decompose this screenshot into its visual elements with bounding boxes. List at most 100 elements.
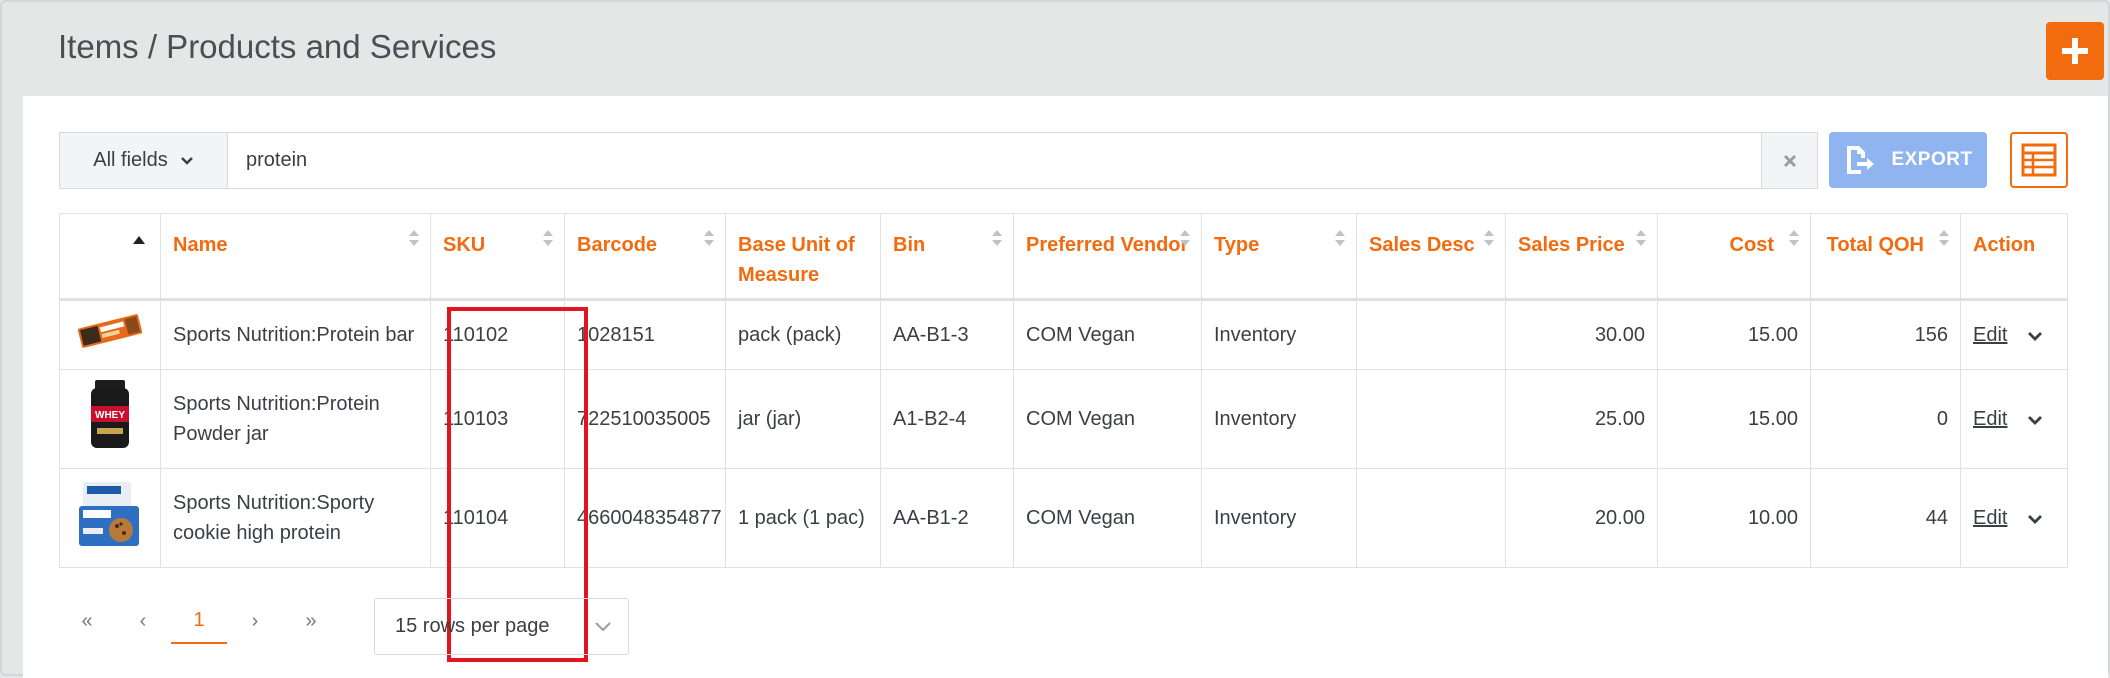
table-columns-icon bbox=[2021, 143, 2057, 177]
sort-icon bbox=[1789, 230, 1799, 246]
rows-per-page-label: 15 rows per page bbox=[395, 615, 550, 637]
sort-icon bbox=[1335, 230, 1345, 246]
field-filter-dropdown[interactable]: All fields bbox=[60, 133, 228, 188]
edit-link[interactable]: Edit bbox=[1973, 408, 2007, 430]
item-cost: 15.00 bbox=[1657, 369, 1811, 469]
chevron-down-icon[interactable] bbox=[2027, 415, 2043, 425]
item-sales-price: 25.00 bbox=[1505, 369, 1658, 469]
item-unit: 1 pack (1 pac) bbox=[725, 468, 881, 568]
item-vendor: COM Vegan bbox=[1013, 299, 1202, 370]
item-sales-desc bbox=[1356, 369, 1506, 469]
item-qoh: 156 bbox=[1810, 299, 1961, 370]
first-page-button[interactable]: « bbox=[59, 598, 115, 644]
item-image-cell bbox=[59, 468, 161, 568]
column-header-type[interactable]: Type bbox=[1201, 213, 1357, 301]
item-vendor: COM Vegan bbox=[1013, 468, 1202, 568]
sort-icon bbox=[1180, 230, 1190, 246]
item-bin: AA-B1-2 bbox=[880, 468, 1014, 568]
item-sales-desc bbox=[1356, 299, 1506, 370]
chevron-down-icon bbox=[595, 621, 611, 631]
current-page-button[interactable]: 1 bbox=[171, 598, 227, 644]
item-action-cell: Edit bbox=[1960, 299, 2068, 370]
chevron-down-icon bbox=[180, 156, 193, 165]
pagination: « ‹ 1 › » bbox=[59, 598, 339, 644]
table-header-row: Name SKU Barcode Base Unit of Measure Bi… bbox=[59, 213, 2068, 301]
edit-link[interactable]: Edit bbox=[1973, 324, 2007, 346]
sort-icon bbox=[1636, 230, 1646, 246]
search-input[interactable] bbox=[228, 133, 1761, 188]
item-cost: 10.00 bbox=[1657, 468, 1811, 568]
export-label: EXPORT bbox=[1891, 149, 1973, 170]
item-vendor: COM Vegan bbox=[1013, 369, 1202, 469]
item-type: Inventory bbox=[1201, 468, 1357, 568]
column-header-total-qoh[interactable]: Total QOH bbox=[1810, 213, 1961, 301]
column-header-sales-desc[interactable]: Sales Desc bbox=[1356, 213, 1506, 301]
chevron-down-icon[interactable] bbox=[2027, 331, 2043, 341]
sort-icon bbox=[1939, 230, 1949, 246]
sort-icon bbox=[704, 230, 714, 246]
items-table: Name SKU Barcode Base Unit of Measure Bi… bbox=[59, 213, 2068, 568]
column-header-preferred-vendor[interactable]: Preferred Vendor bbox=[1013, 213, 1202, 301]
add-item-button[interactable] bbox=[2046, 22, 2104, 80]
item-unit: pack (pack) bbox=[725, 299, 881, 370]
item-action-cell: Edit bbox=[1960, 369, 2068, 469]
item-name: Sports Nutrition:Protein bar bbox=[160, 299, 431, 370]
column-header-bin[interactable]: Bin bbox=[880, 213, 1014, 301]
item-bin: AA-B1-3 bbox=[880, 299, 1014, 370]
item-barcode: 722510035005 bbox=[564, 369, 726, 469]
item-bin: A1-B2-4 bbox=[880, 369, 1014, 469]
next-page-button[interactable]: › bbox=[227, 598, 283, 644]
item-name: Sports Nutrition:Sporty cookie high prot… bbox=[160, 468, 431, 568]
cookie-box-thumbnail bbox=[79, 481, 139, 546]
column-header-barcode[interactable]: Barcode bbox=[564, 213, 726, 301]
item-sales-desc bbox=[1356, 468, 1506, 568]
whey-jar-thumbnail: WHEY bbox=[91, 379, 129, 448]
rows-per-page-select[interactable]: 15 rows per page bbox=[374, 598, 629, 655]
sort-icon bbox=[543, 230, 553, 246]
column-header-image[interactable] bbox=[59, 213, 161, 301]
item-qoh: 0 bbox=[1810, 369, 1961, 469]
table-row[interactable]: Sports Nutrition:Sporty cookie high prot… bbox=[59, 468, 2068, 568]
item-type: Inventory bbox=[1201, 299, 1357, 370]
item-action-cell: Edit bbox=[1960, 468, 2068, 568]
item-sku: 110103 bbox=[430, 369, 565, 469]
item-sku: 110104 bbox=[430, 468, 565, 568]
plus-icon bbox=[2062, 38, 2088, 64]
item-unit: jar (jar) bbox=[725, 369, 881, 469]
item-qoh: 44 bbox=[1810, 468, 1961, 568]
app-frame: Items / Products and Services All fields bbox=[0, 0, 2110, 678]
search-bar: All fields bbox=[59, 132, 1818, 189]
item-sales-price: 30.00 bbox=[1505, 299, 1658, 370]
table-row[interactable]: Sports Nutrition:Protein bar 110102 1028… bbox=[59, 299, 2068, 370]
column-header-action: Action bbox=[1960, 213, 2068, 301]
item-name: Sports Nutrition:Protein Powder jar bbox=[160, 369, 431, 469]
item-type: Inventory bbox=[1201, 369, 1357, 469]
field-filter-label: All fields bbox=[93, 149, 168, 171]
previous-page-button[interactable]: ‹ bbox=[115, 598, 171, 644]
column-header-sales-price[interactable]: Sales Price bbox=[1505, 213, 1658, 301]
chevron-down-icon[interactable] bbox=[2027, 514, 2043, 524]
edit-link[interactable]: Edit bbox=[1973, 507, 2007, 529]
sort-icon bbox=[992, 230, 1002, 246]
item-sales-price: 20.00 bbox=[1505, 468, 1658, 568]
sort-ascending-icon bbox=[133, 236, 145, 244]
item-sku: 110102 bbox=[430, 299, 565, 370]
last-page-button[interactable]: » bbox=[283, 598, 339, 644]
column-header-sku[interactable]: SKU bbox=[430, 213, 565, 301]
column-header-cost[interactable]: Cost bbox=[1657, 213, 1811, 301]
item-barcode: 1028151 bbox=[564, 299, 726, 370]
table-row[interactable]: WHEY Sports Nutrition:Protein Powder jar… bbox=[59, 369, 2068, 469]
item-image-cell bbox=[59, 299, 161, 370]
sort-icon bbox=[409, 230, 419, 246]
column-header-name[interactable]: Name bbox=[160, 213, 431, 301]
item-barcode: 4660048354877 bbox=[564, 468, 726, 568]
export-button[interactable]: EXPORT bbox=[1829, 132, 1987, 188]
column-settings-button[interactable] bbox=[2010, 132, 2068, 188]
svg-text:WHEY: WHEY bbox=[95, 410, 125, 421]
clear-search-button[interactable] bbox=[1761, 133, 1817, 188]
content-panel: All fields EXPORT bbox=[23, 96, 2108, 678]
item-image-cell: WHEY bbox=[59, 369, 161, 469]
sort-icon bbox=[1484, 230, 1494, 246]
page-title: Items / Products and Services bbox=[58, 28, 497, 65]
column-header-base-unit[interactable]: Base Unit of Measure bbox=[725, 213, 881, 301]
